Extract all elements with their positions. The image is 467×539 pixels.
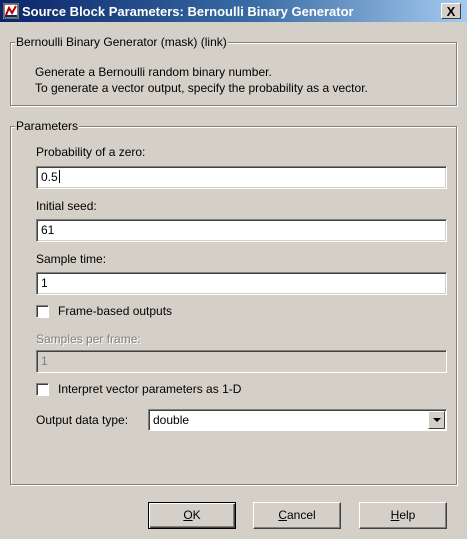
- sample-time-label: Sample time:: [36, 252, 107, 266]
- probability-value: 0.5: [41, 170, 58, 184]
- seed-label: Initial seed:: [36, 199, 97, 213]
- ok-mnemonic: O: [183, 508, 193, 522]
- interpret-vector-checkbox[interactable]: [36, 383, 49, 396]
- cancel-mnemonic: C: [278, 508, 287, 522]
- title-bar[interactable]: Source Block Parameters: Bernoulli Binar…: [0, 0, 467, 22]
- probability-input[interactable]: 0.5: [36, 166, 447, 189]
- sample-time-value: 1: [41, 276, 48, 290]
- samples-per-frame-input[interactable]: 1: [36, 350, 447, 373]
- seed-input[interactable]: 61: [36, 219, 447, 242]
- frame-based-label[interactable]: Frame-based outputs: [58, 304, 172, 318]
- output-type-value: double: [153, 413, 190, 427]
- window-title: Source Block Parameters: Bernoulli Binar…: [22, 4, 354, 19]
- parameters-legend: Parameters: [15, 119, 80, 133]
- ok-button[interactable]: OK: [148, 502, 236, 529]
- seed-value: 61: [41, 223, 55, 237]
- help-label-rest: elp: [399, 508, 416, 522]
- dropdown-arrow-icon[interactable]: [428, 411, 445, 429]
- probability-label: Probability of a zero:: [36, 145, 146, 159]
- description-legend: Bernoulli Binary Generator (mask) (link): [15, 35, 228, 49]
- samples-per-frame-label: Samples per frame:: [36, 332, 141, 346]
- ok-label-rest: K: [192, 508, 201, 522]
- output-type-select[interactable]: double: [148, 409, 447, 431]
- samples-per-frame-value: 1: [41, 354, 48, 368]
- interpret-vector-label[interactable]: Interpret vector parameters as 1-D: [58, 382, 241, 396]
- description-line-2: To generate a vector output, specify the…: [35, 81, 368, 95]
- text-caret: [58, 170, 60, 183]
- output-type-label: Output data type:: [36, 413, 129, 427]
- sample-time-input[interactable]: 1: [36, 272, 447, 295]
- description-line-1: Generate a Bernoulli random binary numbe…: [35, 65, 272, 79]
- frame-based-checkbox[interactable]: [36, 305, 49, 318]
- simulink-block-icon: [3, 3, 19, 19]
- cancel-label-rest: ancel: [286, 508, 316, 522]
- cancel-button[interactable]: Cancel: [253, 502, 341, 529]
- help-button[interactable]: Help: [359, 502, 447, 529]
- close-button[interactable]: X: [441, 3, 461, 19]
